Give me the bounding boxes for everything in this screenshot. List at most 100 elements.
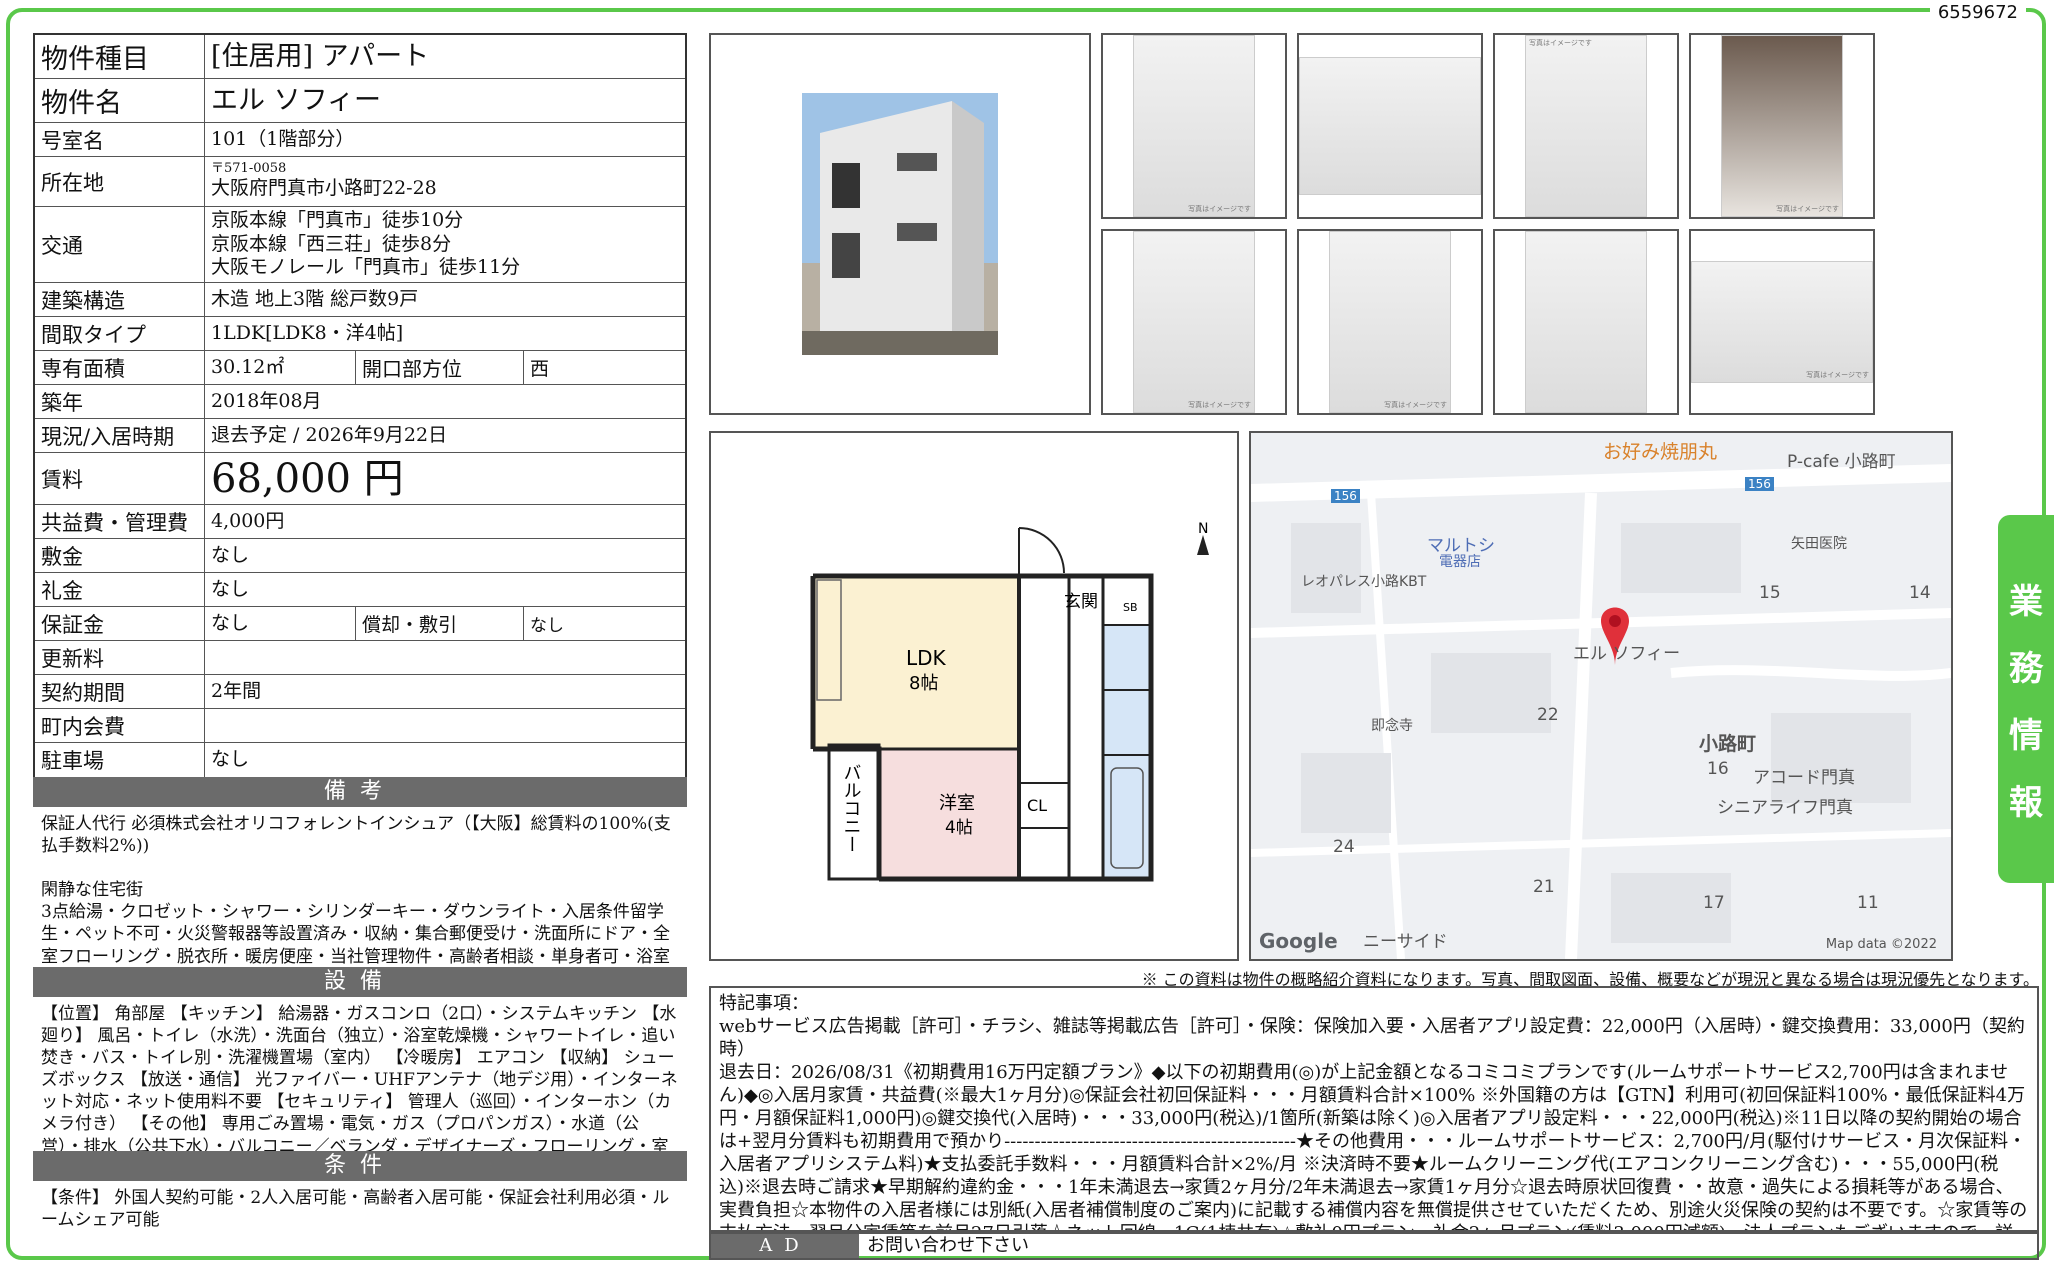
block-number: 22 xyxy=(1537,705,1559,725)
room-photo-2[interactable] xyxy=(1297,33,1483,219)
kitchen-photo[interactable]: 写真はイメージです xyxy=(1493,33,1679,219)
row-built: 築年 2018年08月 xyxy=(35,385,685,419)
closet-photo[interactable] xyxy=(1493,229,1679,415)
conditions-heading: 条件 xyxy=(33,1151,687,1181)
row-guarantee: 保証金 なし 償却・敷引 なし xyxy=(35,607,685,641)
bathroom-image: 写真はイメージです xyxy=(1721,35,1843,217)
closet-label: CL xyxy=(1027,796,1047,815)
room-image: 写真はイメージです xyxy=(1133,35,1255,217)
ldk-label: LDK xyxy=(906,646,947,670)
building-image xyxy=(802,93,998,355)
room-value: 101（1階部分） xyxy=(211,127,355,150)
side-tab-char: 情 xyxy=(2009,716,2043,756)
remarks-section: 備考 保証人代行 必須株式会社オリコフォレントインシュア（【大阪】総賃料の100… xyxy=(33,777,687,989)
ad-row: AD お問い合わせ下さい xyxy=(709,1232,2039,1260)
key-money-label: 礼金 xyxy=(35,573,205,606)
side-tab-char: 報 xyxy=(2009,783,2043,823)
remarks-heading: 備考 xyxy=(33,777,687,807)
amortization-value: なし xyxy=(523,607,685,640)
area-label: 専有面積 xyxy=(35,351,205,384)
area-value: 30.12㎡ xyxy=(211,355,285,378)
map-label: アコード門真 xyxy=(1753,768,1855,788)
built-label: 築年 xyxy=(35,385,205,418)
room-photo-1[interactable]: 写真はイメージです xyxy=(1101,33,1287,219)
property-info-table: 物件種目 [住居用] アパート 物件名 エル ソフィー 号室名 101（1階部分… xyxy=(33,33,687,779)
fee-label: 共益費・管理費 xyxy=(35,505,205,538)
status-value: 退去予定 / 2026年9月22日 xyxy=(211,423,448,446)
deposit-value: なし xyxy=(211,543,250,566)
route-number: 156 xyxy=(1745,477,1774,491)
photo-caption: 写真はイメージです xyxy=(1776,205,1839,213)
block-number: 16 xyxy=(1707,759,1729,779)
photo-caption: 写真はイメージです xyxy=(1188,205,1251,213)
special-notes: 特記事項： webサービス広告掲載［許可］・チラシ、雑誌等掲載広告［許可］・保険… xyxy=(709,986,2039,1232)
map-label: P-cafe 小路町 xyxy=(1787,452,1896,472)
association-value xyxy=(205,709,685,742)
type-label: 物件種目 xyxy=(35,35,205,78)
structure-value: 木造 地上3階 総戸数9戸 xyxy=(211,287,419,310)
block-number: 15 xyxy=(1759,583,1781,603)
layout-value: 1LDK[LDK8・洋4帖] xyxy=(211,321,404,344)
washbasin-image: 写真はイメージです xyxy=(1329,231,1451,413)
ldk-size: 8帖 xyxy=(909,673,938,694)
rent-value: 68,000 円 xyxy=(211,455,404,502)
map-label: 電器店 xyxy=(1439,554,1481,570)
row-rent: 賃料 68,000 円 xyxy=(35,453,685,505)
row-layout: 間取タイプ 1LDK[LDK8・洋4帖] xyxy=(35,317,685,351)
fee-value: 4,000円 xyxy=(211,509,285,532)
structure-label: 建築構造 xyxy=(35,283,205,316)
bathroom-photo[interactable]: 写真はイメージです xyxy=(1689,33,1875,219)
guarantee-label: 保証金 xyxy=(35,607,205,640)
block-number: 24 xyxy=(1333,837,1355,857)
north-arrow xyxy=(1197,535,1209,555)
special-notes-body: webサービス広告掲載［許可］・チラシ、雑誌等掲載広告［許可］・保険：保険加入要… xyxy=(719,1016,2028,1230)
special-notes-title: 特記事項： xyxy=(719,993,809,1014)
row-type: 物件種目 [住居用] アパート xyxy=(35,35,685,79)
row-renewal: 更新料 xyxy=(35,641,685,675)
name-value: エル ソフィー xyxy=(211,84,382,116)
transit-label: 交通 xyxy=(35,207,205,282)
window-photo[interactable]: 写真はイメージです xyxy=(1689,229,1875,415)
shoe-box-label: SB xyxy=(1123,601,1138,614)
map-label: シニアライフ門真 xyxy=(1717,798,1853,818)
exterior-photo[interactable] xyxy=(709,33,1091,415)
washbasin-photo[interactable]: 写真はイメージです xyxy=(1297,229,1483,415)
opening-value: 西 xyxy=(523,351,685,384)
block-number: 11 xyxy=(1857,893,1879,913)
location-map[interactable]: お好み焼朋丸 P-cafe 小路町 マルトシ 電器店 矢田医院 レオパレス小路K… xyxy=(1249,431,1953,961)
balcony-label: バルコニー xyxy=(841,763,862,853)
row-room: 号室名 101（1階部分） xyxy=(35,123,685,157)
type-value: [住居用] アパート xyxy=(211,40,430,72)
toilet-image: 写真はイメージです xyxy=(1133,231,1255,413)
business-info-tab[interactable]: 業 務 情 報 xyxy=(1998,515,2054,883)
contract-value: 2年間 xyxy=(211,679,262,702)
floor-plan-drawing: N LDK 8帖 洋室 4帖 玄関 SB CL バルコニー xyxy=(810,521,1209,882)
equipment-body: 【位置】 角部屋 【キッチン】 給湯器・ガスコンロ（2口）・システムキッチン 【… xyxy=(41,1004,678,1179)
map-label: お好み焼朋丸 xyxy=(1603,441,1718,463)
equipment-heading: 設備 xyxy=(33,967,687,997)
equipment-section: 設備 【位置】 角部屋 【キッチン】 給湯器・ガスコンロ（2口）・システムキッチ… xyxy=(33,967,687,1179)
row-contract: 契約期間 2年間 xyxy=(35,675,685,709)
transit-line: 京阪本線「西三荘」徒歩8分 xyxy=(211,232,452,255)
renewal-label: 更新料 xyxy=(35,641,205,674)
map-label: レオパレス小路KBT xyxy=(1301,574,1427,590)
photo-caption: 写真はイメージです xyxy=(1806,371,1869,379)
parking-value: なし xyxy=(211,748,250,771)
photo-caption: 写真はイメージです xyxy=(1529,39,1592,47)
closet-image xyxy=(1525,231,1647,413)
status-label: 現況/入居時期 xyxy=(35,419,205,452)
association-label: 町内会費 xyxy=(35,709,205,742)
block-number: 21 xyxy=(1533,877,1555,897)
renewal-value xyxy=(205,641,685,674)
remarks-body: 保証人代行 必須株式会社オリコフォレントインシュア（【大阪】総賃料の100%(支… xyxy=(41,814,671,989)
toilet-photo[interactable]: 写真はイメージです xyxy=(1101,229,1287,415)
floor-plan[interactable]: N LDK 8帖 洋室 4帖 玄関 SB CL バルコニー xyxy=(709,431,1239,961)
row-structure: 建築構造 木造 地上3階 総戸数9戸 xyxy=(35,283,685,317)
conditions-section: 条件 【条件】 外国人契約可能・2人入居可能・高齢者入居可能・保証会社利用必須・… xyxy=(33,1151,687,1237)
block-number: 14 xyxy=(1909,583,1931,603)
transit-line: 大阪モノレール「門真市」徒歩11分 xyxy=(211,256,521,279)
name-label: 物件名 xyxy=(35,79,205,122)
key-money-value: なし xyxy=(211,577,250,600)
map-streets xyxy=(1251,433,1951,959)
row-name: 物件名 エル ソフィー xyxy=(35,79,685,123)
